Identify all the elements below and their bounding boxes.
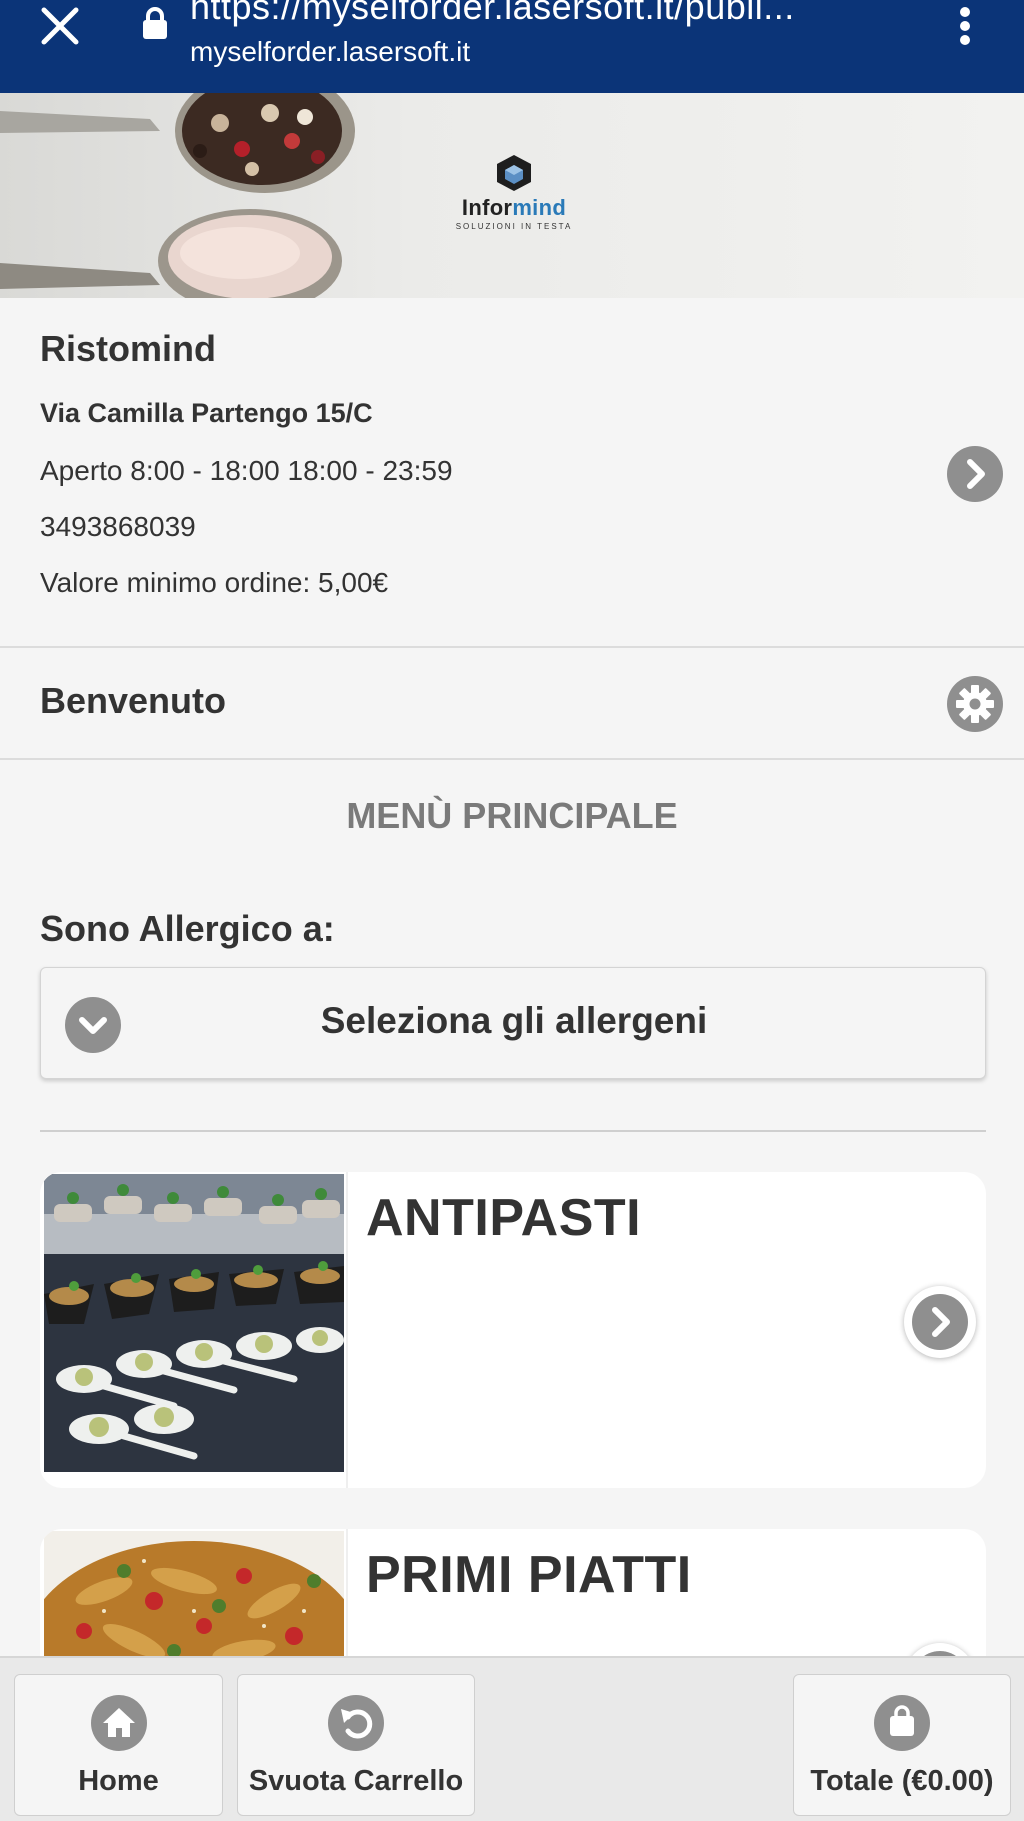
category-image-antipasti bbox=[44, 1174, 344, 1472]
browser-address-bar: https://myselforder.lasersoft.it/publi..… bbox=[0, 0, 1024, 93]
lock-icon bbox=[141, 6, 169, 40]
clear-cart-button-label: Svuota Carrello bbox=[248, 1765, 464, 1797]
restaurant-address: Via Camilla Partengo 15/C bbox=[40, 398, 373, 428]
logo-subtitle: SOLUZIONI IN TESTA bbox=[455, 222, 573, 231]
allergens-select[interactable]: Seleziona gli allergeni bbox=[40, 967, 986, 1079]
minimum-order: Valore minimo ordine: 5,00€ bbox=[40, 567, 389, 598]
welcome-row: Benvenuto bbox=[0, 650, 1024, 760]
home-icon bbox=[90, 1695, 147, 1751]
cart-total-button[interactable]: Totale (€0.00) bbox=[793, 1674, 1011, 1816]
chevron-right-icon[interactable] bbox=[947, 446, 1003, 502]
divider bbox=[40, 1130, 986, 1132]
bottom-toolbar: Home Svuota Carrello Totale (€0.00) bbox=[0, 1656, 1024, 1821]
shopping-bag-icon bbox=[874, 1695, 930, 1751]
clear-cart-button[interactable]: Svuota Carrello bbox=[237, 1674, 475, 1816]
category-title: ANTIPASTI bbox=[366, 1189, 642, 1247]
restaurant-info[interactable]: Ristomind Via Camilla Partengo 15/C Aper… bbox=[0, 298, 1024, 648]
category-card-antipasti[interactable]: ANTIPASTI bbox=[40, 1172, 986, 1488]
browser-domain: myselforder.lasersoft.it bbox=[190, 36, 471, 67]
restaurant-hours: Aperto 8:00 - 18:00 18:00 - 23:59 bbox=[40, 455, 453, 486]
undo-icon bbox=[328, 1695, 384, 1751]
card-separator bbox=[346, 1172, 348, 1488]
gear-icon[interactable] bbox=[947, 676, 1003, 732]
cart-total-label: Totale (€0.00) bbox=[810, 1765, 994, 1797]
informind-logo: Informind SOLUZIONI IN TESTA bbox=[452, 153, 576, 243]
more-vert-icon[interactable] bbox=[955, 4, 975, 48]
welcome-text: Benvenuto bbox=[40, 680, 227, 721]
restaurant-phone: 3493868039 bbox=[40, 511, 196, 542]
home-button-label: Home bbox=[78, 1765, 159, 1797]
home-button[interactable]: Home bbox=[14, 1674, 223, 1816]
browser-url[interactable]: https://myselforder.lasersoft.it/publi..… bbox=[190, 0, 910, 28]
logo-text-mind: mind bbox=[512, 195, 567, 220]
menu-title: MENÙ PRINCIPALE bbox=[346, 795, 678, 836]
chevron-right-icon bbox=[912, 1294, 968, 1350]
logo-text: Informind bbox=[452, 195, 576, 221]
allergens-select-text: Seleziona gli allergeni bbox=[320, 1000, 708, 1041]
restaurant-name: Ristomind bbox=[40, 328, 216, 369]
allergens-label: Sono Allergico a: bbox=[40, 908, 335, 949]
category-title: PRIMI PIATTI bbox=[366, 1546, 692, 1604]
header-banner: Informind SOLUZIONI IN TESTA bbox=[0, 93, 1024, 298]
category-open-button[interactable] bbox=[904, 1286, 976, 1358]
cube-logo-icon bbox=[497, 155, 531, 191]
logo-text-infor: Infor bbox=[461, 195, 513, 220]
close-icon[interactable] bbox=[38, 4, 82, 48]
